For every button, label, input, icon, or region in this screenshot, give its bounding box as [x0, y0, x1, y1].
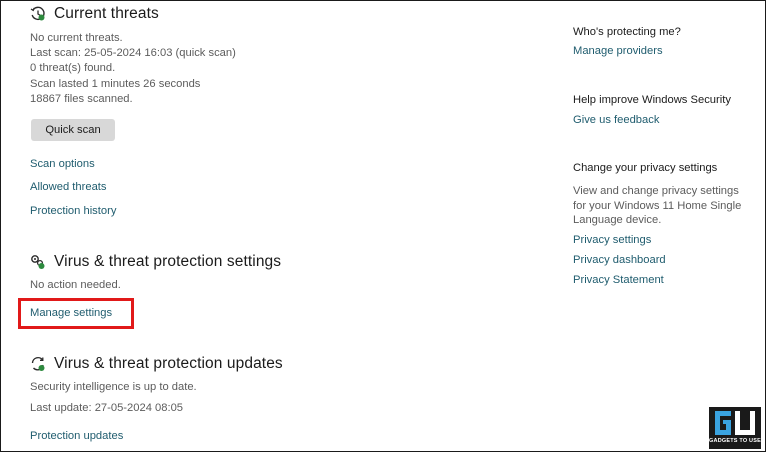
settings-title: Virus & threat protection settings — [54, 253, 282, 270]
files-scanned-text: 18867 files scanned. — [30, 92, 133, 105]
current-threats-title: Current threats — [54, 5, 159, 22]
privacy-heading: Change your privacy settings — [573, 162, 718, 174]
privacy-dashboard-link[interactable]: Privacy dashboard — [573, 254, 666, 266]
privacy-description: View and change privacy settings for you… — [573, 184, 741, 228]
last-scan-text: Last scan: 25-05-2024 16:03 (quick scan) — [30, 47, 236, 60]
current-threats-section: Current threats — [30, 5, 159, 23]
manage-settings-highlight — [18, 298, 134, 329]
scan-duration-text: Scan lasted 1 minutes 26 seconds — [30, 77, 201, 90]
threat-history-icon — [30, 6, 46, 22]
settings-section: Virus & threat protection settings — [30, 253, 281, 271]
gadgets-to-use-logo: GADGETS TO USE — [709, 407, 761, 449]
give-feedback-link[interactable]: Give us feedback — [573, 114, 659, 126]
manage-providers-link[interactable]: Manage providers — [573, 45, 663, 57]
quick-scan-button[interactable]: Quick scan — [31, 119, 115, 141]
scan-options-link[interactable]: Scan options — [30, 158, 95, 170]
logo-tagline: GADGETS TO USE — [709, 438, 761, 444]
updates-section: Virus & threat protection updates — [30, 355, 283, 373]
settings-gears-icon — [30, 254, 46, 270]
protection-history-link[interactable]: Protection history — [30, 205, 116, 217]
updates-status-text: Security intelligence is up to date. — [30, 381, 197, 393]
settings-status-text: No action needed. — [30, 279, 121, 291]
last-update-text: Last update: 27-05-2024 08:05 — [30, 402, 184, 414]
protection-updates-link[interactable]: Protection updates — [30, 430, 123, 442]
updates-title: Virus & threat protection updates — [54, 355, 283, 372]
privacy-settings-link[interactable]: Privacy settings — [573, 234, 651, 246]
update-refresh-icon — [30, 356, 46, 372]
privacy-text-line: Language device. — [573, 214, 662, 227]
allowed-threats-link[interactable]: Allowed threats — [30, 181, 107, 193]
protecting-heading: Who's protecting me? — [573, 26, 681, 38]
privacy-statement-link[interactable]: Privacy Statement — [573, 274, 664, 286]
no-threats-text: No current threats. — [30, 32, 123, 44]
privacy-text-line: View and change privacy settings — [573, 185, 739, 197]
scan-details: No current threats. Last scan: 25-05-202… — [30, 31, 236, 107]
threats-found-text: 0 threat(s) found. — [30, 62, 116, 75]
privacy-text-line: for your Windows 11 Home Single — [573, 199, 742, 212]
improve-heading: Help improve Windows Security — [573, 94, 731, 106]
